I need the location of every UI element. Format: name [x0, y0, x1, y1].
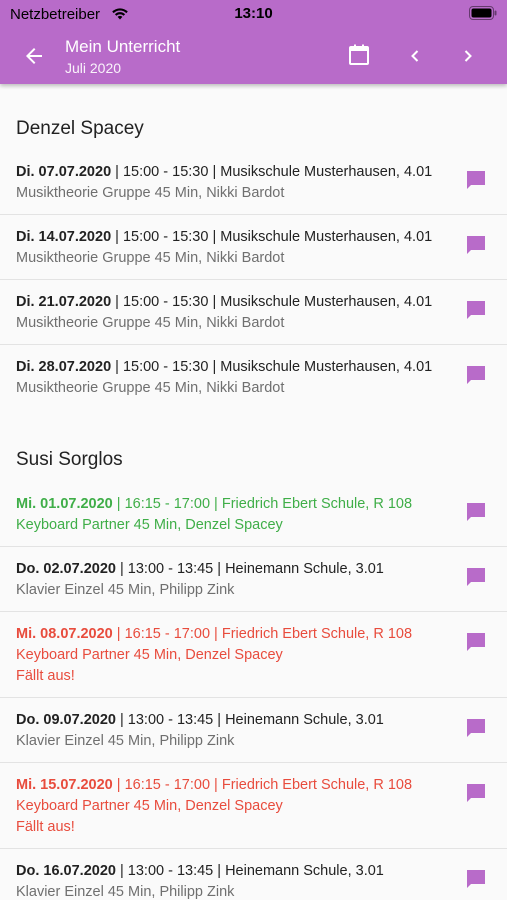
message-icon[interactable] — [464, 716, 488, 740]
lesson-line: Mi. 01.07.2020 | 16:15 - 17:00 | Friedri… — [16, 494, 427, 515]
lesson-row[interactable]: Di. 14.07.2020 | 15:00 - 15:30 | Musiksc… — [0, 215, 507, 280]
clock: 13:10 — [234, 5, 273, 22]
lesson-row[interactable]: Di. 21.07.2020 | 15:00 - 15:30 | Musiksc… — [0, 280, 507, 345]
message-icon[interactable] — [464, 565, 488, 589]
page-subtitle: Juli 2020 — [65, 60, 122, 76]
lesson-line: Mi. 15.07.2020 | 16:15 - 17:00 | Friedri… — [16, 775, 427, 796]
lesson-detail: | 15:00 - 15:30 | Musikschule Musterhaus… — [111, 359, 433, 375]
status-bar: Netzbetreiber 13:10 — [0, 0, 507, 28]
lesson-row[interactable]: Do. 16.07.2020 | 13:00 - 13:45 | Heinema… — [0, 849, 507, 900]
lesson-date: Mi. 01.07.2020 — [16, 496, 113, 512]
title-block: Mein Unterricht Juli 2020 — [65, 37, 180, 77]
message-icon[interactable] — [464, 168, 488, 192]
lesson-subtitle: Keyboard Partner 45 Min, Denzel Spacey — [16, 517, 283, 533]
lesson-line: Mi. 08.07.2020 | 16:15 - 17:00 | Friedri… — [16, 624, 427, 645]
chevron-left-icon[interactable] — [403, 44, 427, 68]
lesson-line: Di. 07.07.2020 | 15:00 - 15:30 | Musiksc… — [16, 162, 432, 183]
lesson-detail: | 15:00 - 15:30 | Musikschule Musterhaus… — [111, 229, 433, 245]
lesson-subtitle: Klavier Einzel 45 Min, Philipp Zink — [16, 884, 235, 900]
lesson-subtitle: Musiktheorie Gruppe 45 Min, Nikki Bardot — [16, 185, 285, 201]
lesson-line: Di. 14.07.2020 | 15:00 - 15:30 | Musiksc… — [16, 227, 432, 248]
message-icon[interactable] — [464, 298, 488, 322]
lesson-row[interactable]: Mi. 15.07.2020 | 16:15 - 17:00 | Friedri… — [0, 763, 507, 849]
lesson-row[interactable]: Mi. 01.07.2020 | 16:15 - 17:00 | Friedri… — [0, 482, 507, 547]
lesson-detail: | 16:15 - 17:00 | Friedrich Ebert Schule… — [112, 777, 413, 793]
lesson-subtitle: Musiktheorie Gruppe 45 Min, Nikki Bardot — [16, 250, 285, 266]
message-icon[interactable] — [464, 500, 488, 524]
message-icon[interactable] — [464, 867, 488, 891]
cancelled-label: Fällt aus! — [16, 819, 75, 835]
lesson-row[interactable]: Do. 02.07.2020 | 13:00 - 13:45 | Heinema… — [0, 547, 507, 612]
lesson-detail: | 16:15 - 17:00 | Friedrich Ebert Schule… — [112, 496, 413, 512]
lesson-date: Di. 21.07.2020 — [16, 294, 112, 310]
lesson-date: Mi. 08.07.2020 — [16, 626, 113, 642]
lesson-subtitle: Keyboard Partner 45 Min, Denzel Spacey — [16, 647, 283, 663]
lesson-line: Di. 21.07.2020 | 15:00 - 15:30 | Musiksc… — [16, 292, 432, 313]
chevron-right-icon[interactable] — [456, 44, 480, 68]
message-icon[interactable] — [464, 630, 488, 654]
lesson-date: Do. 16.07.2020 — [16, 863, 116, 879]
lesson-line: Do. 02.07.2020 | 13:00 - 13:45 | Heinema… — [16, 559, 427, 580]
lesson-subtitle: Musiktheorie Gruppe 45 Min, Nikki Bardot — [16, 315, 285, 331]
message-icon[interactable] — [464, 233, 488, 257]
lesson-line: Di. 28.07.2020 | 15:00 - 15:30 | Musiksc… — [16, 357, 432, 378]
app-bar: Netzbetreiber 13:10 Mein Unterricht Juli… — [0, 0, 507, 84]
back-arrow-icon[interactable] — [22, 44, 46, 68]
section-title: Susi Sorglos — [16, 449, 123, 470]
cancelled-label: Fällt aus! — [16, 668, 75, 684]
lesson-detail: | 15:00 - 15:30 | Musikschule Musterhaus… — [111, 294, 433, 310]
lesson-row[interactable]: Di. 28.07.2020 | 15:00 - 15:30 | Musiksc… — [0, 345, 507, 410]
lesson-subtitle: Klavier Einzel 45 Min, Philipp Zink — [16, 582, 235, 598]
battery-icon — [469, 6, 497, 25]
lesson-date: Di. 28.07.2020 — [16, 359, 112, 375]
lesson-row[interactable]: Do. 09.07.2020 | 13:00 - 13:45 | Heinema… — [0, 698, 507, 763]
page-title: Mein Unterricht — [65, 37, 181, 56]
lesson-date: Do. 09.07.2020 — [16, 712, 116, 728]
lesson-list[interactable]: Denzel Spacey Di. 07.07.2020 | 15:00 - 1… — [0, 84, 507, 900]
lesson-detail: | 13:00 - 13:45 | Heinemann Schule, 3.01 — [115, 561, 384, 577]
lesson-date: Mi. 15.07.2020 — [16, 777, 113, 793]
message-icon[interactable] — [464, 363, 488, 387]
section-title: Denzel Spacey — [16, 118, 144, 139]
lesson-detail: | 13:00 - 13:45 | Heinemann Schule, 3.01 — [115, 712, 384, 728]
lesson-detail: | 15:00 - 15:30 | Musikschule Musterhaus… — [111, 164, 433, 180]
lesson-date: Di. 07.07.2020 — [16, 164, 112, 180]
lesson-detail: | 13:00 - 13:45 | Heinemann Schule, 3.01 — [115, 863, 384, 879]
lesson-subtitle: Klavier Einzel 45 Min, Philipp Zink — [16, 733, 235, 749]
lesson-detail: | 16:15 - 17:00 | Friedrich Ebert Schule… — [112, 626, 413, 642]
calendar-icon[interactable] — [347, 43, 371, 67]
lesson-row[interactable]: Di. 07.07.2020 | 15:00 - 15:30 | Musiksc… — [0, 150, 507, 215]
message-icon[interactable] — [464, 781, 488, 805]
lesson-subtitle: Musiktheorie Gruppe 45 Min, Nikki Bardot — [16, 380, 285, 396]
lesson-date: Do. 02.07.2020 — [16, 561, 116, 577]
lesson-line: Do. 16.07.2020 | 13:00 - 13:45 | Heinema… — [16, 861, 427, 882]
lesson-row[interactable]: Mi. 08.07.2020 | 16:15 - 17:00 | Friedri… — [0, 612, 507, 698]
lesson-line: Do. 09.07.2020 | 13:00 - 13:45 | Heinema… — [16, 710, 427, 731]
lesson-subtitle: Keyboard Partner 45 Min, Denzel Spacey — [16, 798, 283, 814]
toolbar: Mein Unterricht Juli 2020 — [0, 28, 507, 84]
lesson-date: Di. 14.07.2020 — [16, 229, 112, 245]
